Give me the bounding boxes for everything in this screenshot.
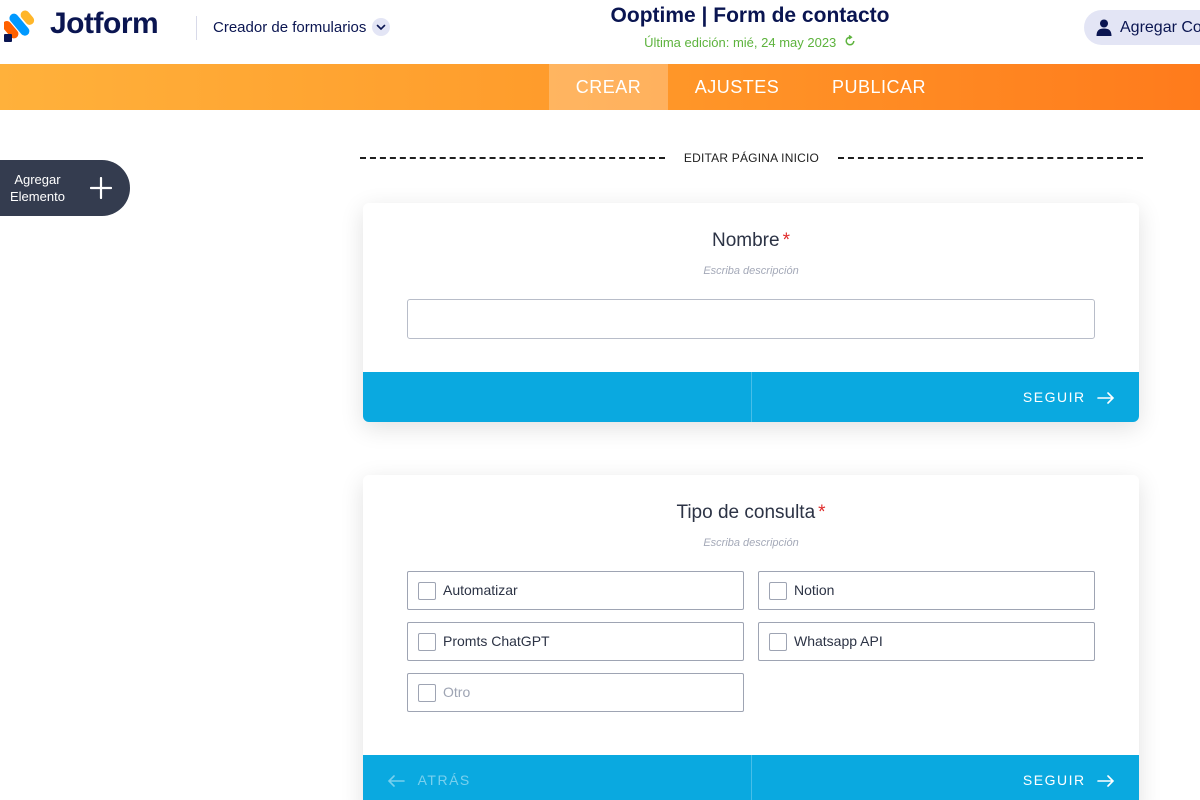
checkbox[interactable]	[418, 582, 436, 600]
user-icon	[1096, 19, 1112, 36]
edit-welcome-page-separator[interactable]: EDITAR PÁGINA INICIO	[360, 148, 1143, 168]
required-asterisk: *	[818, 502, 826, 523]
option-label: Notion	[794, 582, 835, 598]
option-label: Promts ChatGPT	[443, 633, 550, 649]
add-element-label-line2: Elemento	[10, 189, 65, 204]
form-title[interactable]: Ooptime | Form de contacto	[0, 4, 1200, 28]
tab-crear[interactable]: CREAR	[549, 64, 668, 110]
question-title-text: Nombre	[712, 230, 780, 251]
checkbox[interactable]	[418, 684, 436, 702]
option-promts-chatgpt[interactable]: Promts ChatGPT	[407, 622, 744, 661]
card-footer: SEGUIR	[363, 372, 1139, 422]
card-footer: ATRÁS SEGUIR	[363, 755, 1139, 800]
arrow-right-icon	[1097, 775, 1115, 788]
next-button[interactable]: SEGUIR	[1023, 372, 1115, 422]
top-header: Jotform Creador de formularios Ooptime |…	[0, 0, 1200, 64]
builder-nav-bar: CREAR AJUSTES PUBLICAR	[0, 64, 1200, 110]
question-card-tipo-consulta[interactable]: Tipo de consulta * Escriba descripción Au…	[363, 475, 1139, 800]
checkbox[interactable]	[418, 633, 436, 651]
option-otro[interactable]: Otro	[407, 673, 744, 712]
plus-icon	[90, 177, 112, 199]
next-button[interactable]: SEGUIR	[1023, 755, 1115, 800]
add-collaborator-button[interactable]: Agregar Co	[1084, 10, 1200, 45]
option-automatizar[interactable]: Automatizar	[407, 571, 744, 610]
question-description[interactable]: Escriba descripción	[363, 537, 1139, 549]
arrow-right-icon	[1097, 392, 1115, 405]
tab-ajustes[interactable]: AJUSTES	[680, 64, 794, 110]
dashed-line-right	[838, 157, 1143, 159]
option-label: Automatizar	[443, 582, 518, 598]
nombre-input[interactable]	[407, 299, 1095, 339]
question-title[interactable]: Nombre *	[363, 230, 1139, 252]
back-button[interactable]: ATRÁS	[387, 755, 471, 800]
dashed-line-left	[360, 157, 665, 159]
option-notion[interactable]: Notion	[758, 571, 1095, 610]
edit-welcome-page-label[interactable]: EDITAR PÁGINA INICIO	[665, 151, 838, 165]
arrow-left-icon	[387, 775, 405, 788]
question-title-text: Tipo de consulta	[676, 502, 816, 523]
refresh-icon[interactable]	[844, 34, 856, 50]
required-asterisk: *	[782, 230, 790, 251]
back-button-label: ATRÁS	[417, 772, 471, 788]
add-element-label: Agregar Elemento	[10, 171, 65, 205]
question-card-nombre[interactable]: Nombre * Escriba descripción SEGUIR	[363, 203, 1139, 422]
checkbox[interactable]	[769, 582, 787, 600]
checkbox[interactable]	[769, 633, 787, 651]
footer-divider	[751, 372, 752, 422]
question-title[interactable]: Tipo de consulta *	[363, 502, 1139, 524]
footer-divider	[751, 755, 752, 800]
last-edit-text: Última edición: mié, 24 may 2023	[644, 35, 837, 50]
form-title-area: Ooptime | Form de contacto Última edició…	[0, 0, 1200, 64]
add-element-button[interactable]: Agregar Elemento	[0, 160, 130, 216]
next-button-label: SEGUIR	[1022, 389, 1086, 405]
question-description[interactable]: Escriba descripción	[363, 265, 1139, 277]
add-collaborator-label: Agregar Co	[1120, 19, 1200, 36]
tab-publicar[interactable]: PUBLICAR	[818, 64, 940, 110]
last-edit-status: Última edición: mié, 24 may 2023	[0, 34, 1200, 50]
option-label: Otro	[443, 684, 471, 700]
add-element-label-line1: Agregar	[14, 172, 61, 187]
next-button-label: SEGUIR	[1022, 772, 1086, 788]
option-whatsapp-api[interactable]: Whatsapp API	[758, 622, 1095, 661]
option-label: Whatsapp API	[794, 633, 883, 649]
